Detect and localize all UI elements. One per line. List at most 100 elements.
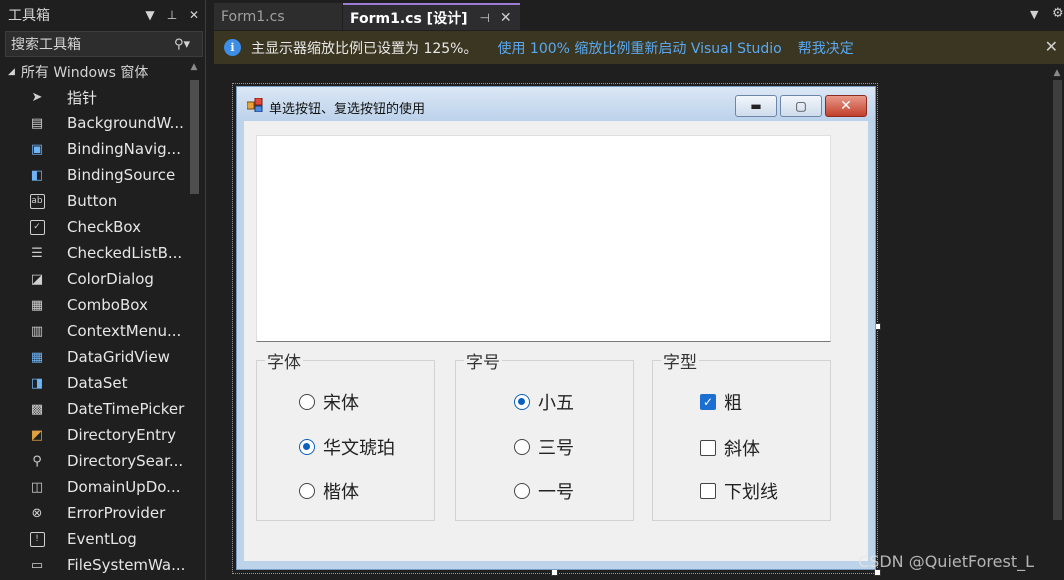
minimize-button[interactable]: ▬	[735, 95, 777, 117]
toolbox-item-directorysearcher[interactable]: ⚲ DirectorySear...	[0, 448, 186, 474]
toolbox-item-label: ColorDialog	[67, 270, 154, 288]
toolbox-item-bindingsource[interactable]: ◧ BindingSource	[0, 162, 186, 188]
designer-scrollbar[interactable]: ▲	[1050, 64, 1064, 580]
toolbox-item-contextmenu[interactable]: ▥ ContextMenu...	[0, 318, 186, 344]
form-window[interactable]: 单选按钮、复选按钮的使用 ▬ ▢ ✕ 字体 宋体 华文琥珀 楷体 字号 小五 三…	[236, 86, 876, 570]
toolbox-item-datagridview[interactable]: ▦ DataGridView	[0, 344, 186, 370]
scroll-up-icon[interactable]: ▲	[187, 62, 201, 76]
tab-dropdown-icon[interactable]: ▼	[1030, 8, 1038, 21]
toolbox-group-header[interactable]: ◢ 所有 Windows 窗体	[8, 61, 148, 83]
radio-kaiti[interactable]: 楷体	[299, 478, 359, 504]
toolbox-scrollbar[interactable]: ▲	[187, 62, 201, 580]
scrollbar-thumb[interactable]	[1053, 80, 1062, 520]
toolbox-item-checkbox[interactable]: ✓ CheckBox	[0, 214, 186, 240]
dataset-icon: ◨	[30, 375, 44, 391]
toolbox-item-checkedlistbox[interactable]: ☰ CheckedListB...	[0, 240, 186, 266]
checkbox-italic[interactable]: 斜体	[700, 435, 760, 461]
combobox-icon: ▦	[30, 297, 44, 313]
radio-sanhao[interactable]: 三号	[514, 434, 574, 460]
pointer-icon: ➤	[31, 89, 43, 105]
toolbox-item-label: CheckedListB...	[67, 244, 183, 262]
radio-indicator[interactable]	[299, 394, 315, 410]
groupbox-font[interactable]: 字体 宋体 华文琥珀 楷体	[256, 348, 435, 521]
gear-icon[interactable]: ⚙	[1052, 6, 1064, 21]
radio-indicator[interactable]	[299, 483, 315, 499]
directoryentry-icon: ◩	[30, 427, 44, 443]
groupbox-style[interactable]: 字型 ✓ 粗 斜体 下划线	[652, 348, 831, 521]
info-icon: i	[224, 39, 241, 56]
checkbox-label: 粗	[724, 393, 742, 414]
toolbox-item-datetimepicker[interactable]: ▩ DateTimePicker	[0, 396, 186, 422]
toolbox-item-eventlog[interactable]: ! EventLog	[0, 526, 186, 552]
toolbox-search-placeholder: 搜索工具箱	[11, 37, 81, 53]
tab-form1-code[interactable]: Form1.cs	[214, 3, 342, 30]
radio-label: 华文琥珀	[323, 438, 395, 459]
toolbox-item-errorprovider[interactable]: ⊗ ErrorProvider	[0, 500, 186, 526]
dropdown-icon[interactable]: ▼	[139, 8, 161, 22]
close-icon[interactable]: ✕	[183, 8, 205, 22]
directorysearcher-icon: ⚲	[32, 453, 42, 469]
bindingsource-icon: ◧	[30, 167, 44, 183]
close-button[interactable]: ✕	[825, 95, 867, 117]
radio-label: 小五	[538, 393, 574, 414]
info-bar: i 主显示器缩放比例已设置为 125%。 使用 100% 缩放比例重新启动 Vi…	[214, 31, 1064, 64]
toolbox-item-dataset[interactable]: ◨ DataSet	[0, 370, 186, 396]
checkbox-indicator[interactable]	[700, 440, 716, 456]
toolbox-panel: 工具箱 ▼ ⊥ ✕ 搜索工具箱 ⚲▾ ◢ 所有 Windows 窗体 ➤ 指针 …	[0, 0, 206, 580]
toolbox-item-label: EventLog	[67, 530, 137, 548]
filesystemwatcher-icon: ▭	[30, 557, 44, 573]
restart-link[interactable]: 使用 100% 缩放比例重新启动 Visual Studio	[497, 38, 781, 58]
toolbox-item-bindingnavigator[interactable]: ▣ BindingNavig...	[0, 136, 186, 162]
preview-textbox[interactable]	[256, 135, 831, 342]
radio-yihao[interactable]: 一号	[514, 478, 574, 504]
toolbox-item-combobox[interactable]: ▦ ComboBox	[0, 292, 186, 318]
checkbox-indicator[interactable]: ✓	[700, 394, 716, 410]
groupbox-title: 字型	[661, 348, 699, 373]
checkbox-bold[interactable]: ✓ 粗	[700, 389, 742, 415]
radio-indicator[interactable]	[514, 394, 530, 410]
toolbox-item-label: DataSet	[67, 374, 128, 392]
resize-handle-bottom[interactable]	[551, 569, 558, 576]
checkbox-indicator[interactable]	[700, 483, 716, 499]
toolbox-item-colordialog[interactable]: ◪ ColorDialog	[0, 266, 186, 292]
close-icon[interactable]: ✕	[500, 10, 512, 26]
toolbox-item-pointer[interactable]: ➤ 指针	[0, 84, 186, 110]
toolbox-item-label: FileSystemWa...	[67, 556, 186, 574]
toolbox-item-button[interactable]: ab Button	[0, 188, 186, 214]
radio-xiaowu[interactable]: 小五	[514, 389, 574, 415]
collapse-triangle-icon[interactable]: ◢	[8, 67, 15, 77]
checkbox-label: 斜体	[724, 439, 760, 460]
form-title: 单选按钮、复选按钮的使用	[269, 102, 426, 117]
tab-form1-design[interactable]: Form1.cs [设计] ⊣ ✕	[343, 3, 520, 30]
toolbox-item-label: DataGridView	[67, 348, 170, 366]
maximize-button[interactable]: ▢	[780, 95, 822, 117]
colordialog-icon: ◪	[30, 271, 44, 287]
groupbox-size[interactable]: 字号 小五 三号 一号	[455, 348, 634, 521]
radio-songti[interactable]: 宋体	[299, 389, 359, 415]
checkbox-underline[interactable]: 下划线	[700, 478, 778, 504]
toolbox-search-input[interactable]: 搜索工具箱 ⚲▾	[5, 31, 203, 57]
search-icon[interactable]: ⚲▾	[174, 37, 202, 52]
close-icon[interactable]: ✕	[1045, 37, 1058, 56]
radio-indicator[interactable]	[514, 483, 530, 499]
toolbox-item-label: DomainUpDo...	[67, 478, 181, 496]
help-decide-link[interactable]: 帮我决定	[798, 38, 854, 58]
toolbox-header: 工具箱 ▼ ⊥ ✕	[0, 0, 205, 30]
toolbox-item-domainupdown[interactable]: ◫ DomainUpDo...	[0, 474, 186, 500]
toolbox-title: 工具箱	[8, 8, 50, 24]
pin-icon[interactable]: ⊣	[479, 11, 489, 25]
scrollbar-thumb[interactable]	[190, 80, 199, 194]
toolbox-item-backgroundworker[interactable]: ▤ BackgroundW...	[0, 110, 186, 136]
radio-indicator[interactable]	[514, 439, 530, 455]
groupbox-title: 字号	[464, 348, 502, 373]
toolbox-item-filesystemwatcher[interactable]: ▭ FileSystemWa...	[0, 552, 186, 578]
toolbox-item-label: BackgroundW...	[67, 114, 184, 132]
radio-huawen-hupo[interactable]: 华文琥珀	[299, 434, 395, 460]
toolbox-item-label: ErrorProvider	[67, 504, 166, 522]
scroll-up-icon[interactable]: ▲	[1050, 68, 1064, 78]
toolbox-item-directoryentry[interactable]: ◩ DirectoryEntry	[0, 422, 186, 448]
form-title-bar[interactable]: 单选按钮、复选按钮的使用 ▬ ▢ ✕	[237, 87, 875, 121]
pin-icon[interactable]: ⊥	[161, 8, 183, 22]
radio-indicator[interactable]	[299, 439, 315, 455]
info-message: 主显示器缩放比例已设置为 125%。	[251, 40, 478, 57]
